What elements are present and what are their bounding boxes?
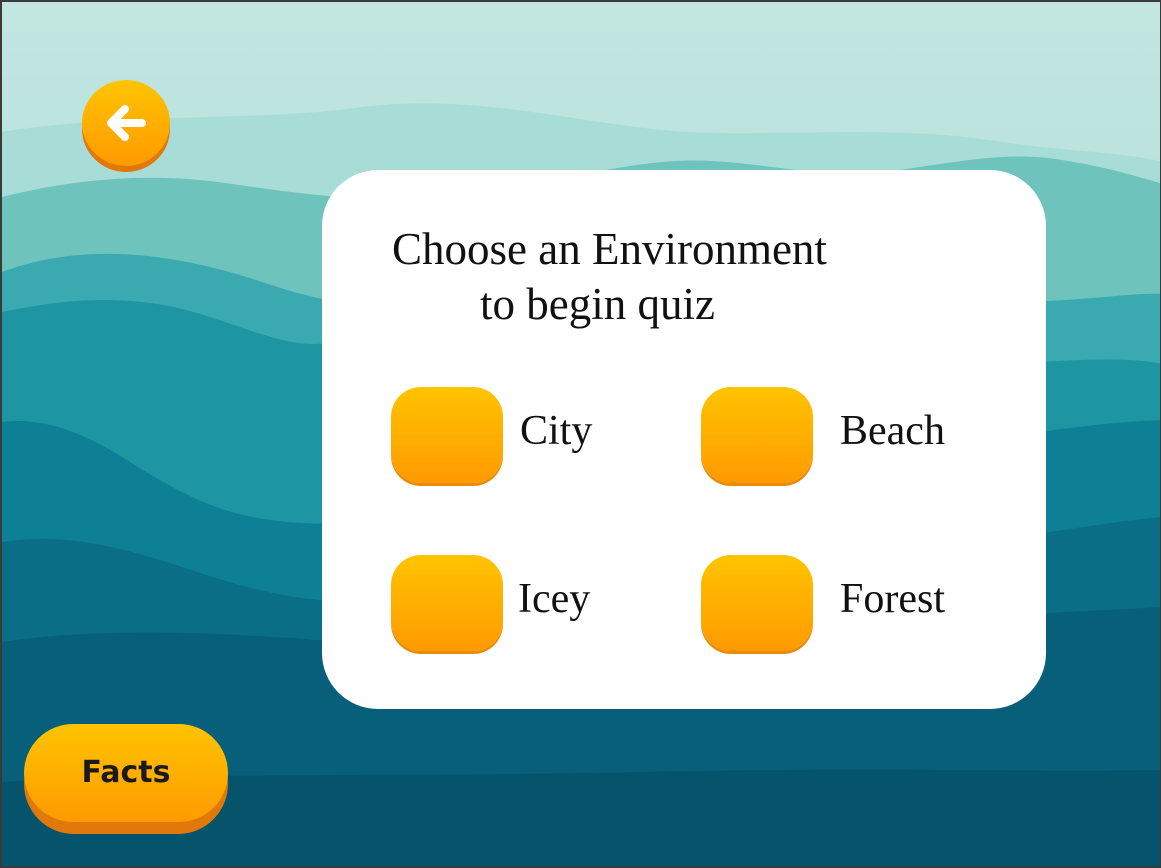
facts-button-label: Facts <box>81 755 171 790</box>
city-label: City <box>520 408 593 454</box>
city-button[interactable] <box>391 387 503 483</box>
forest-label: Forest <box>840 576 945 622</box>
icey-button[interactable] <box>391 555 503 651</box>
card-title: Choose an Environment to begin quiz <box>392 222 827 332</box>
environment-card: Choose an Environment to begin quiz City… <box>322 170 1046 709</box>
beach-button[interactable] <box>701 387 813 483</box>
icey-label: Icey <box>518 576 591 622</box>
arrow-left-icon <box>107 105 146 141</box>
back-button[interactable] <box>82 80 170 172</box>
app-frame: Choose an Environment to begin quiz City… <box>0 0 1161 868</box>
forest-button[interactable] <box>701 555 813 651</box>
facts-button[interactable]: Facts <box>24 724 228 834</box>
card-title-line1: Choose an Environment <box>392 224 827 274</box>
card-title-line2: to begin quiz <box>480 279 715 329</box>
beach-label: Beach <box>840 408 945 454</box>
